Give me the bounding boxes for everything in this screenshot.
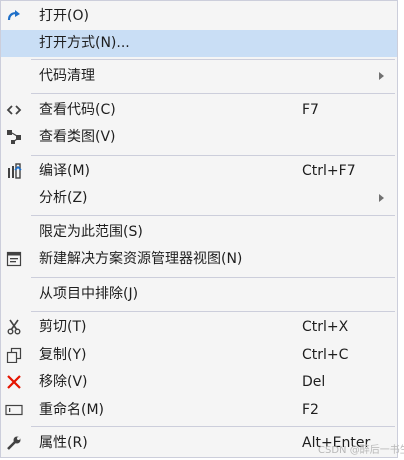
menu-item-label: 属性(R) [39,435,88,451]
menu-item-open-with[interactable]: 打开方式(N)... [1,30,397,57]
wrench-icon [5,434,23,452]
scissors-icon [5,318,23,336]
menu-item-label: 剪切(T) [39,319,87,335]
menu-item-label: 打开(O) [39,8,89,24]
menu-item-remove[interactable]: 移除(V) Del [1,369,397,396]
code-icon [5,101,23,119]
menu-item-scope-to-this[interactable]: 限定为此范围(S) [1,219,397,246]
menu-item-label: 分析(Z) [39,190,88,206]
build-icon [5,162,23,180]
menu-item-label: 限定为此范围(S) [39,224,143,240]
menu-item-analyze[interactable]: 分析(Z) [1,185,397,212]
menu-item-shortcut: Ctrl+X [302,319,349,335]
menu-item-label: 查看代码(C) [39,102,116,118]
menu-item-code-cleanup[interactable]: 代码清理 [1,63,397,90]
menu-item-view-code[interactable]: 查看代码(C) F7 [1,97,397,124]
menu-item-rename[interactable]: 重命名(M) F2 [1,397,397,424]
rename-icon [5,401,23,419]
menu-item-label: 代码清理 [39,68,95,84]
menu-item-shortcut: Del [302,374,326,390]
menu-item-shortcut: F2 [302,402,319,418]
menu-separator [31,59,395,60]
menu-item-new-solution-explorer-view[interactable]: 新建解决方案资源管理器视图(N) [1,246,397,273]
menu-item-label: 移除(V) [39,374,88,390]
menu-separator [31,93,395,94]
new-view-icon [5,250,23,268]
menu-item-label: 复制(Y) [39,347,87,363]
redo-arrow-icon [5,7,23,25]
class-diagram-icon [5,128,23,146]
context-menu: 打开(O) 打开方式(N)... 代码清理 查看代码(C) F7 查看类图(V)… [0,0,398,458]
menu-item-open[interactable]: 打开(O) [1,3,397,30]
menu-item-label: 重命名(M) [39,402,105,418]
menu-separator [31,277,395,278]
menu-item-label: 编译(M) [39,163,91,179]
menu-item-label: 新建解决方案资源管理器视图(N) [39,251,243,267]
menu-item-copy[interactable]: 复制(Y) Ctrl+C [1,342,397,369]
submenu-arrow-icon [379,72,384,80]
menu-item-build[interactable]: 编译(M) Ctrl+F7 [1,158,397,185]
menu-item-cut[interactable]: 剪切(T) Ctrl+X [1,314,397,341]
menu-item-shortcut: F7 [302,102,319,118]
menu-separator [31,426,395,427]
submenu-arrow-icon [379,194,384,202]
watermark: CSDN @醉后一书生 [318,445,404,456]
remove-x-icon [5,373,23,391]
menu-separator [31,155,395,156]
menu-separator [31,215,395,216]
menu-item-label: 从项目中排除(J) [39,286,139,302]
copy-icon [5,346,23,364]
menu-separator [31,311,395,312]
menu-item-shortcut: Ctrl+F7 [302,163,356,179]
menu-item-view-class-diagram[interactable]: 查看类图(V) [1,124,397,151]
menu-item-exclude-from-project[interactable]: 从项目中排除(J) [1,281,397,308]
menu-item-label: 查看类图(V) [39,129,116,145]
menu-item-label: 打开方式(N)... [39,35,130,51]
menu-item-shortcut: Ctrl+C [302,347,349,363]
